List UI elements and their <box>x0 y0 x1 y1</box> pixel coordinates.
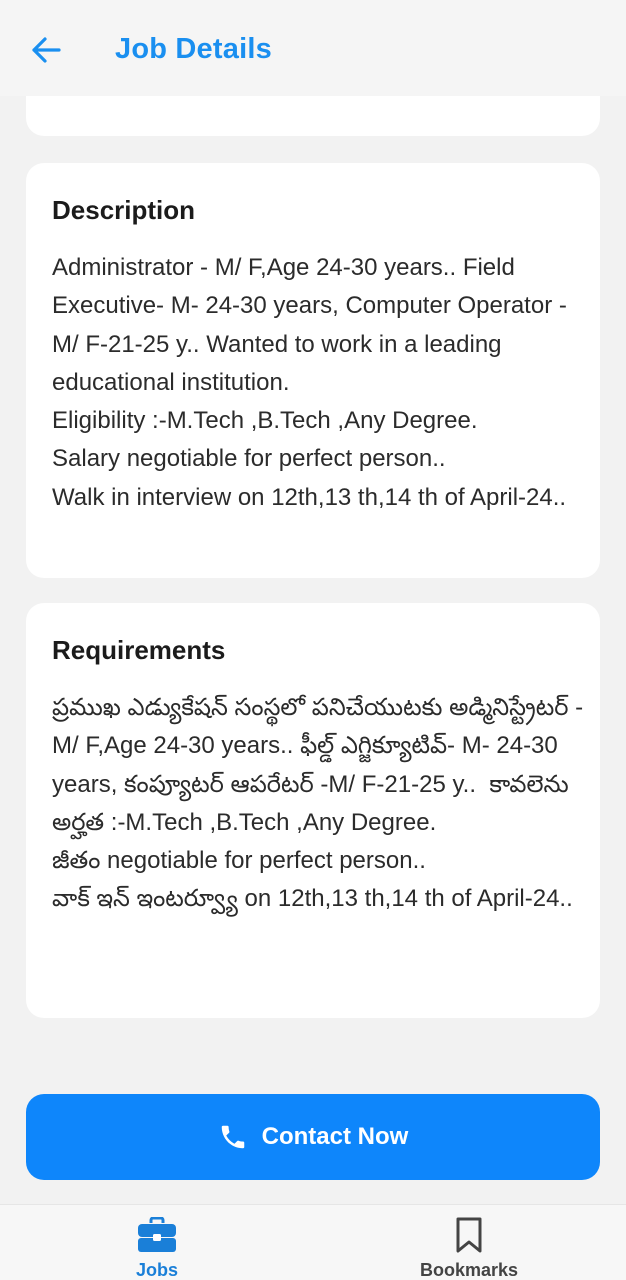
nav-label-bookmarks: Bookmarks <box>419 1260 519 1280</box>
description-text: Administrator - M/ F,Age 24-30 years.. F… <box>52 254 567 511</box>
app-bar: Job Details <box>0 0 626 96</box>
description-heading: Description <box>52 195 196 225</box>
contact-now-button[interactable]: Contact Now <box>26 1094 600 1180</box>
phone-icon <box>218 1122 248 1152</box>
description-card: Description Administrator - M/ F,Age 24-… <box>26 163 600 578</box>
bottom-nav: Jobs Bookmarks <box>0 1204 626 1280</box>
requirements-card: Requirements ప్రముఖ ఎడ్యుకేషన్ సంస్థలో ప… <box>26 603 600 1018</box>
nav-item-jobs[interactable]: Jobs <box>57 1205 257 1280</box>
page-title: Job Details <box>115 33 272 65</box>
briefcase-icon <box>137 1215 177 1254</box>
arrow-left-icon <box>32 37 61 63</box>
nav-item-bookmarks[interactable]: Bookmarks <box>369 1205 569 1280</box>
nav-label-jobs: Jobs <box>135 1260 178 1280</box>
requirements-heading: Requirements <box>52 635 226 665</box>
back-button[interactable] <box>28 32 64 68</box>
contact-now-label: Contact Now <box>261 1123 409 1150</box>
bookmark-icon <box>455 1215 483 1254</box>
requirements-text: ప్రముఖ ఎడ్యుకేషన్ సంస్థలో పనిచేయుటకు అడ్… <box>52 694 584 913</box>
